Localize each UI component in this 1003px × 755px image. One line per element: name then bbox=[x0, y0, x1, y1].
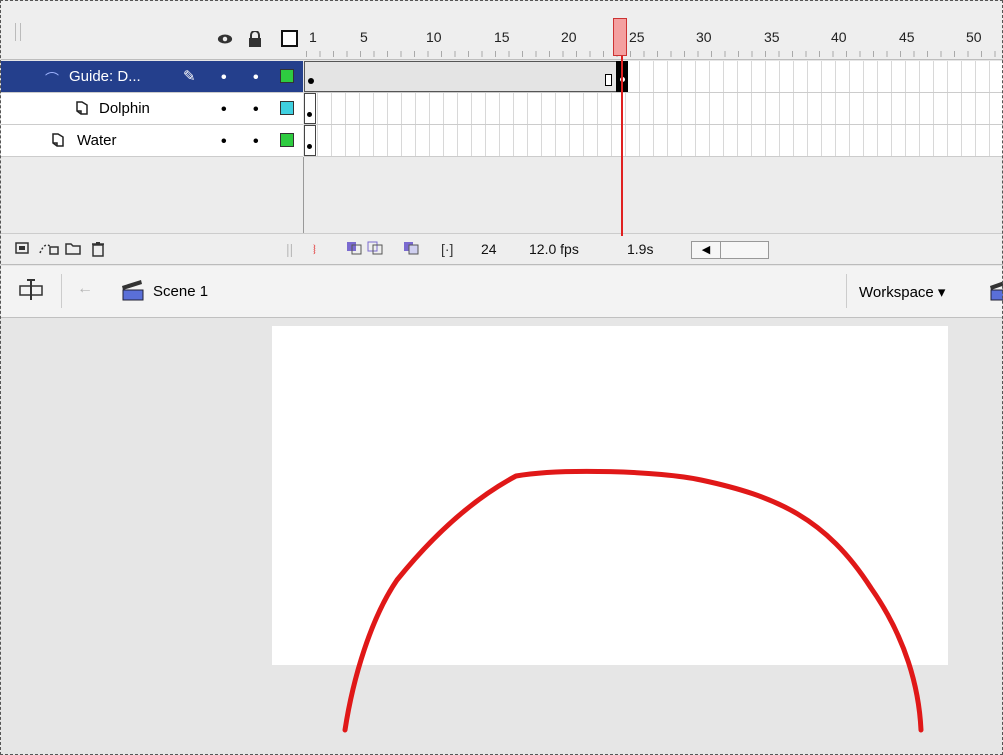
layer-row-guide[interactable]: ⌒ Guide: D... ✎ • • bbox=[1, 61, 1003, 93]
visibility-dot[interactable]: • bbox=[221, 134, 227, 150]
workspace-menu-button[interactable]: Workspace ▾ bbox=[859, 283, 945, 301]
scene-icon bbox=[121, 278, 145, 305]
lock-icon[interactable] bbox=[247, 31, 263, 47]
layer-list-empty bbox=[1, 157, 303, 233]
onion-skin-icon[interactable] bbox=[346, 241, 362, 258]
frames-track[interactable] bbox=[304, 93, 1003, 125]
ruler-ticks bbox=[306, 51, 1003, 57]
layer-row-dolphin[interactable]: Dolphin • • bbox=[1, 93, 1003, 125]
ruler-label: 5 bbox=[360, 29, 368, 45]
playhead-handle[interactable] bbox=[613, 18, 627, 56]
frames-track[interactable] bbox=[304, 125, 1003, 157]
scene-label[interactable]: Scene 1 bbox=[153, 283, 208, 300]
pencil-icon: ✎ bbox=[183, 68, 196, 85]
modify-markers-icon[interactable]: [·] bbox=[441, 241, 453, 257]
layer-label[interactable]: Water bbox=[77, 132, 116, 149]
ruler-label: 30 bbox=[696, 29, 712, 45]
layer-name-cell[interactable]: Water • • bbox=[1, 125, 303, 157]
ruler-label: 35 bbox=[764, 29, 780, 45]
new-folder-icon[interactable] bbox=[65, 241, 81, 258]
edit-multiple-frames-icon[interactable] bbox=[403, 241, 419, 258]
stage-area[interactable] bbox=[1, 318, 1003, 755]
lock-dot[interactable]: • bbox=[253, 134, 259, 150]
keyframe[interactable] bbox=[304, 93, 316, 124]
lock-dot[interactable]: • bbox=[253, 70, 259, 86]
separator bbox=[61, 274, 62, 308]
add-motion-guide-icon[interactable] bbox=[39, 241, 59, 258]
outline-color-swatch[interactable] bbox=[280, 101, 294, 115]
playhead-line bbox=[621, 56, 623, 236]
layer-row-water[interactable]: Water • • bbox=[1, 125, 1003, 157]
elapsed-time-display: 1.9s bbox=[627, 241, 654, 257]
outline-color-swatch[interactable] bbox=[280, 69, 294, 83]
current-frame-display: 24 bbox=[481, 241, 497, 257]
ruler-label: 50 bbox=[966, 29, 982, 45]
panel-grip[interactable] bbox=[15, 23, 21, 41]
layer-label[interactable]: Guide: D... bbox=[69, 68, 141, 85]
ruler-label: 10 bbox=[426, 29, 442, 45]
timeline-header: 1 5 10 15 20 25 30 35 40 45 50 bbox=[1, 1, 1003, 60]
stage-size-icon[interactable] bbox=[19, 279, 43, 304]
ruler-label: 45 bbox=[899, 29, 915, 45]
eye-icon[interactable] bbox=[217, 31, 233, 47]
onion-outline-icon[interactable] bbox=[367, 241, 383, 258]
motion-guide-icon: ⌒ bbox=[45, 71, 59, 87]
edit-scene-icon[interactable] bbox=[989, 278, 1003, 305]
ruler-label: 25 bbox=[629, 29, 645, 45]
end-frame[interactable] bbox=[605, 74, 612, 86]
center-frame-icon[interactable]: ⧘ bbox=[313, 241, 316, 258]
ruler-label: 15 bbox=[494, 29, 510, 45]
visibility-dot[interactable]: • bbox=[221, 70, 227, 86]
trash-icon[interactable] bbox=[91, 241, 105, 260]
keyframe[interactable] bbox=[304, 125, 316, 156]
layer-name-cell[interactable]: Dolphin • • bbox=[1, 93, 303, 125]
timeline-footer: || ⧘ [·] 24 12.0 fps 1.9s ◀ bbox=[1, 233, 1003, 265]
ruler-label: 1 bbox=[309, 29, 317, 45]
frames-empty bbox=[303, 157, 1003, 233]
layer-name-cell[interactable]: ⌒ Guide: D... ✎ • • bbox=[1, 61, 303, 93]
outline-icon[interactable] bbox=[281, 30, 298, 47]
panel-divider-grip[interactable]: || bbox=[286, 241, 293, 257]
new-layer-icon[interactable] bbox=[15, 241, 29, 258]
ruler-label: 40 bbox=[831, 29, 847, 45]
frame-rate-display: 12.0 fps bbox=[529, 241, 579, 257]
layer-icon bbox=[51, 133, 65, 150]
frame-ruler[interactable]: 1 5 10 15 20 25 30 35 40 45 50 bbox=[306, 3, 1003, 59]
visibility-dot[interactable]: • bbox=[221, 102, 227, 118]
timeline-scrollbar[interactable]: ◀ bbox=[691, 241, 769, 259]
lock-dot[interactable]: • bbox=[253, 102, 259, 118]
guided-layer-icon bbox=[75, 101, 89, 118]
back-arrow-icon[interactable]: ← bbox=[77, 280, 93, 298]
frames-track[interactable] bbox=[304, 61, 1003, 93]
scroll-left-arrow-icon[interactable]: ◀ bbox=[692, 242, 721, 258]
edit-bar: ← Scene 1 Workspace ▾ bbox=[1, 266, 1003, 318]
motion-guide-path[interactable] bbox=[1, 318, 1003, 755]
outline-color-swatch[interactable] bbox=[280, 133, 294, 147]
frame-span[interactable] bbox=[304, 61, 622, 92]
separator bbox=[846, 274, 847, 308]
ruler-label: 20 bbox=[561, 29, 577, 45]
layer-label[interactable]: Dolphin bbox=[99, 100, 150, 117]
keyframe[interactable] bbox=[308, 78, 314, 84]
